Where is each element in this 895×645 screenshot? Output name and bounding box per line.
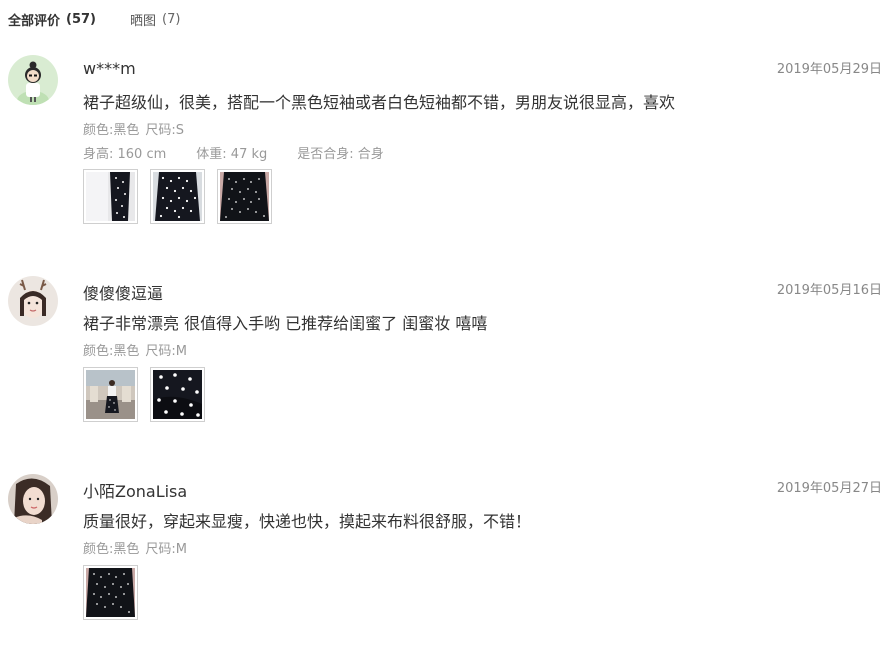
review-tabs: 全部评价 (57) 晒图 (7) [8,9,180,29]
photo-thumbnails [83,169,272,224]
photo-thumbnail[interactable] [83,367,138,422]
spec-color: 颜色:黑色 [83,542,140,557]
review-date: 2019年05月16日 [776,283,882,298]
tab-photos-count: (7) [162,11,181,27]
tab-all-count: (57) [66,11,96,27]
photo-thumbnail[interactable] [150,169,205,224]
review-text: 裙子非常漂亮 很值得入手哟 已推荐给闺蜜了 闺蜜妆 嘻嘻 [83,314,488,333]
body-height: 身高: 160 cm [83,147,167,162]
user-name: 傻傻傻逗逼 [83,284,164,303]
photo-thumbnails [83,367,205,422]
user-name: 小陌ZonaLisa [83,482,188,501]
review-item: w***m 2019年05月29日 裙子超级仙，很美，搭配一个黑色短袖或者白色短… [0,55,895,235]
avatar[interactable] [8,276,58,326]
spec-size: 尺码:M [145,542,187,557]
review-spec: 颜色:黑色 尺码:M [83,538,187,557]
review-date: 2019年05月27日 [776,481,882,496]
review-date: 2019年05月29日 [776,62,882,77]
review-item: 小陌ZonaLisa 2019年05月27日 质量很好，穿起来显瘦，快递也快，摸… [0,474,895,624]
avatar-deer-antler-girl-icon [8,276,58,326]
photo-thumbnails [83,565,138,620]
photo-thumbnail[interactable] [83,169,138,224]
review-text: 裙子超级仙，很美，搭配一个黑色短袖或者白色短袖都不错，男朋友说很显高，喜欢 [83,93,676,112]
body-info: 身高: 160 cm 体重: 47 kg 是否合身: 合身 [83,143,384,162]
review-spec: 颜色:黑色 尺码:S [83,119,184,138]
review-item: 傻傻傻逗逼 2019年05月16日 裙子非常漂亮 很值得入手哟 已推荐给闺蜜了 … [0,276,895,426]
photo-thumbnail[interactable] [83,565,138,620]
spec-size: 尺码:M [145,344,187,359]
photo-thumbnail[interactable] [217,169,272,224]
tab-photo-reviews[interactable]: 晒图 (7) [130,10,180,29]
review-text: 质量很好，穿起来显瘦，快递也快，摸起来布料很舒服，不错！ [83,512,532,531]
body-weight: 体重: 47 kg [196,147,268,162]
body-fit: 是否合身: 合身 [297,147,384,162]
spec-color: 颜色:黑色 [83,344,140,359]
tab-all-reviews[interactable]: 全部评价 (57) [8,10,96,29]
spec-color: 颜色:黑色 [83,123,140,138]
review-spec: 颜色:黑色 尺码:M [83,340,187,359]
avatar-portrait-woman-icon [8,474,58,524]
avatar[interactable] [8,474,58,524]
avatar-cartoon-girl-icon [8,55,58,105]
user-name: w***m [83,59,136,78]
spec-size: 尺码:S [145,123,185,138]
avatar[interactable] [8,55,58,105]
photo-thumbnail[interactable] [150,367,205,422]
tab-photos-label: 晒图 [130,13,157,29]
tab-all-label: 全部评价 [8,13,61,29]
